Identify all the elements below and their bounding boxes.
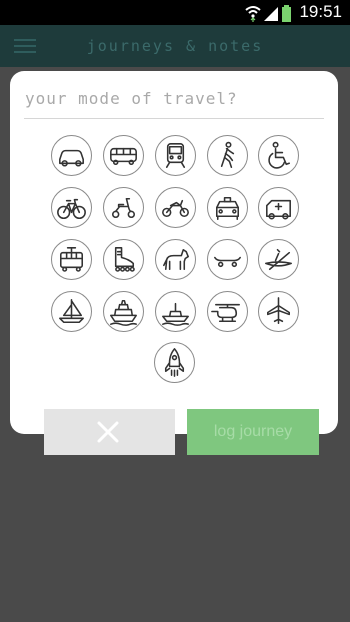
sailboat-icon [58,298,84,323]
travel-mode-rocket-button[interactable] [153,341,195,383]
travel-mode-rollerskate-button[interactable] [102,238,144,280]
close-icon [97,421,119,443]
app-title: journeys & notes [86,37,264,55]
travel-mode-car-button[interactable] [50,134,92,176]
status-bar: 19:51 [0,0,350,25]
car-icon [58,149,84,167]
skateboard-icon [213,256,241,267]
travel-mode-wheelchair-button[interactable] [257,134,299,176]
horse-icon [162,248,189,270]
travel-mode-skateboard-button[interactable] [206,238,248,280]
battery-icon [282,5,291,22]
ambulance-icon [265,199,291,219]
rocket-icon [164,347,184,377]
travel-mode-kayak-button[interactable] [257,238,299,280]
travel-mode-train-button[interactable] [154,134,196,176]
taxi-icon [215,196,239,220]
wifi-icon [245,6,261,22]
kayak-icon [264,248,292,270]
bus-icon [109,147,137,165]
status-time: 19:51 [299,2,342,21]
ferry-icon [109,299,137,326]
travel-mode-bicycle-button[interactable] [50,186,92,228]
travel-mode-taxi-button[interactable] [206,186,248,228]
travel-mode-airplane-button[interactable] [257,290,299,332]
boat-icon [161,302,189,326]
travel-mode-bus-button[interactable] [102,134,144,176]
travel-mode-boat-button[interactable] [154,290,196,332]
travel-mode-helicopter-button[interactable] [206,290,248,332]
travel-mode-ambulance-button[interactable] [257,186,299,228]
log-journey-button[interactable]: log journey [187,409,319,455]
scooter-icon [111,197,135,218]
walking-icon [220,141,234,168]
status-icons [245,5,291,22]
travel-mode-sailboat-button[interactable] [50,290,92,332]
signal-icon [264,7,278,21]
motorcycle-icon [161,199,189,217]
travel-mode-dialog: your mode of travel? [10,71,338,434]
helicopter-icon [210,303,240,322]
travel-mode-grid [10,71,338,434]
tram-icon [59,246,83,272]
travel-mode-motorcycle-button[interactable] [154,186,196,228]
cancel-button[interactable] [44,409,175,455]
train-icon [165,142,185,168]
app-bar: journeys & notes [0,25,350,67]
travel-mode-scooter-button[interactable] [102,186,144,228]
rollerskate-icon [114,246,135,272]
travel-mode-tram-button[interactable] [50,238,92,280]
travel-mode-walk-button[interactable] [206,134,248,176]
travel-mode-ferry-button[interactable] [102,290,144,332]
wheelchair-icon [267,141,290,169]
bicycle-icon [56,198,86,219]
airplane-icon [266,296,290,324]
travel-mode-horse-button[interactable] [154,238,196,280]
